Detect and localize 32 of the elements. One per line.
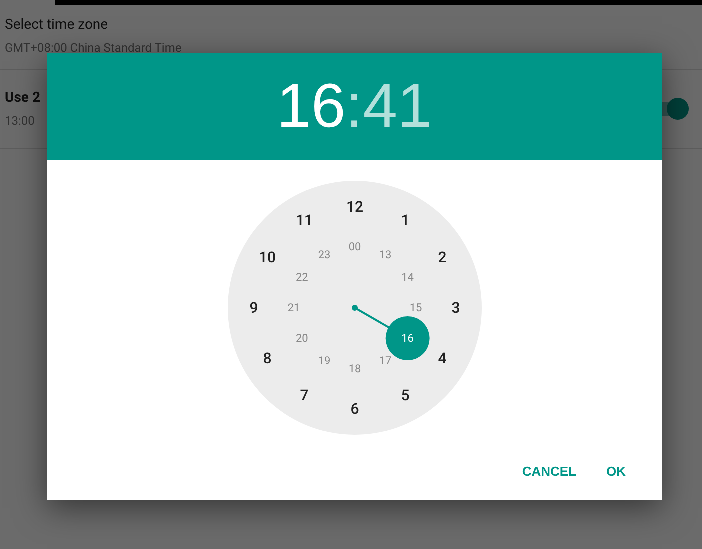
hour-number[interactable]: 12 <box>346 198 364 216</box>
hour-number[interactable]: 1 <box>400 212 410 230</box>
setting-value: 13:00 <box>5 113 36 130</box>
hour-number[interactable]: 2 <box>438 248 446 266</box>
hour-number[interactable]: 00 <box>348 240 361 254</box>
hour-number[interactable]: 8 <box>262 350 272 368</box>
minute-display[interactable]: 41 <box>363 72 432 140</box>
hour-display[interactable]: 16 <box>276 72 346 140</box>
hour-number[interactable]: 6 <box>350 400 359 418</box>
hour-number[interactable]: 5 <box>400 386 410 404</box>
hour-number[interactable]: 14 <box>401 271 414 284</box>
hour-number[interactable]: 22 <box>295 271 308 284</box>
dialog-button[interactable]: OK <box>596 456 636 487</box>
hour-number[interactable]: 4 <box>438 350 446 368</box>
hour-number[interactable]: 15 <box>409 302 422 314</box>
hour-number[interactable]: 9 <box>249 299 258 317</box>
hour-number[interactable]: 7 <box>300 386 308 404</box>
hour-number[interactable]: 10 <box>258 248 276 266</box>
hour-number[interactable]: 20 <box>295 332 308 345</box>
setting-title: Use 2 <box>5 89 40 108</box>
time-separator: : <box>346 72 364 140</box>
hour-number[interactable]: 18 <box>348 362 361 376</box>
hour-number[interactable]: 19 <box>318 354 330 368</box>
hour-number[interactable]: 13 <box>378 248 392 262</box>
hour-number[interactable]: 16 <box>401 332 414 345</box>
hour-number[interactable]: 23 <box>318 248 330 262</box>
hour-number[interactable]: 21 <box>287 302 300 314</box>
hour-number[interactable]: 11 <box>295 212 313 230</box>
hour-number[interactable]: 17 <box>378 354 392 368</box>
dialog-button[interactable]: CANCEL <box>512 456 586 487</box>
setting-title: Select time zone <box>5 16 110 35</box>
hour-number[interactable]: 3 <box>451 299 460 317</box>
